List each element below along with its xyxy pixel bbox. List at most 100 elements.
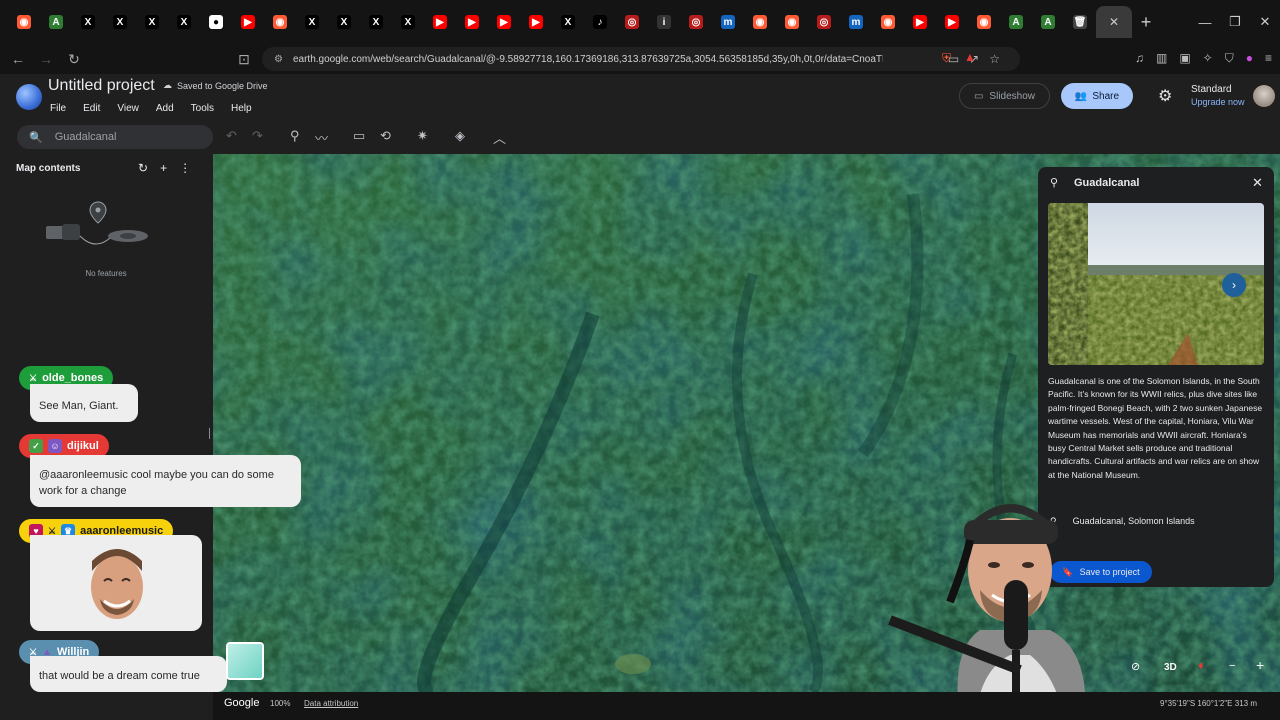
site-info-icon[interactable]: ⚙ [274,54,283,65]
menu-item-edit[interactable]: Edit [83,103,100,114]
menu-item-view[interactable]: View [117,103,139,114]
no-features-text: No features [85,269,127,278]
place-description: Guadalcanal is one of the Solomon Island… [1048,376,1263,480]
draw-path-icon[interactable]: 〰 [315,128,328,147]
measure-icon[interactable]: ▭ [353,128,365,144]
browser-tab[interactable]: ◉ [776,6,808,38]
browser-tab[interactable]: ◉ [872,6,904,38]
browser-tab[interactable]: ▶ [936,6,968,38]
share-button[interactable]: 👥 Share [1061,83,1133,109]
browser-tab[interactable]: ▶ [424,6,456,38]
back-icon[interactable]: ← [8,51,28,67]
url-text[interactable]: earth.google.com/web/search/Guadalcanal/… [293,54,883,65]
close-window-icon[interactable]: ✕ [1250,0,1280,44]
upgrade-link[interactable]: Upgrade now [1191,96,1245,108]
browser-tab[interactable]: m [712,6,744,38]
extensions-icon[interactable]: ✧ [1203,51,1213,66]
menu-item-tools[interactable]: Tools [191,103,214,114]
browser-tab[interactable]: 🗑 [1064,6,1096,38]
browser-tab[interactable]: i [648,6,680,38]
data-attribution-link[interactable]: Data attribution [304,699,358,708]
browser-tab[interactable]: X [296,6,328,38]
add-placemark-icon[interactable]: ⚲ [290,128,300,144]
browser-tab[interactable]: X [72,6,104,38]
vpn-icon[interactable]: ⛉ [1225,51,1234,66]
plan-info[interactable]: Standard Upgrade now [1191,84,1245,108]
browser-tab[interactable]: X [360,6,392,38]
sidebar-icon[interactable]: ▥ [1156,51,1167,66]
browser-tab[interactable]: m [840,6,872,38]
browser-tab[interactable]: X [328,6,360,38]
menu-item-add[interactable]: Add [156,103,174,114]
google-earth-logo[interactable] [16,84,42,110]
map-style-icon[interactable]: ◈ [455,128,465,144]
brave-icon: ◉ [977,15,991,29]
search-input[interactable]: Guadalcanal [55,131,117,143]
search-box[interactable]: 🔍 Guadalcanal [17,125,213,149]
minimize-icon[interactable]: — [1190,0,1220,44]
add-icon[interactable]: + [160,161,167,175]
browser-tab[interactable]: A [40,6,72,38]
browser-tab[interactable]: X [168,6,200,38]
wallet-icon[interactable]: ▣ [1179,51,1190,66]
menu-item-file[interactable]: File [50,103,66,114]
zoom-out-icon[interactable]: − [1229,660,1235,672]
youtube-icon: ▶ [913,15,927,29]
refresh-icon[interactable]: ↻ [138,161,148,175]
browser-tab[interactable]: A [1000,6,1032,38]
browser-tab[interactable]: ◉ [744,6,776,38]
active-tab-close-icon[interactable]: ✕ [1096,6,1132,38]
chevron-right-icon: › [1232,278,1236,292]
settings-gear-icon[interactable]: ⚙ [1158,86,1172,106]
purple-badge-icon: ☺ [48,439,62,453]
browser-tab[interactable]: ◉ [8,6,40,38]
restore-icon[interactable]: ❐ [1220,0,1250,44]
redo-icon[interactable]: ↷ [252,128,263,144]
url-field[interactable]: ⚙ earth.google.com/web/search/Guadalcana… [262,47,1020,71]
star-icon[interactable]: ☆ [989,52,1000,66]
historical-imagery-icon[interactable]: ⟲ [380,128,391,144]
compass-off-icon[interactable]: ⊘ [1131,660,1140,673]
zoom-in-icon[interactable]: + [1256,657,1264,673]
menu-icon[interactable]: ≡ [1265,51,1272,66]
account-avatar[interactable] [1253,85,1275,107]
browser-tab[interactable]: ♪ [584,6,616,38]
undo-icon[interactable]: ↶ [226,128,237,144]
more-vert-icon[interactable]: ⋮ [179,161,191,175]
toggle-3d-button[interactable]: 3D [1164,662,1177,673]
compass-icon[interactable]: ♦ [1198,660,1204,672]
collapse-toolbar-icon[interactable]: ︿ [493,128,506,147]
brave-shield-icon[interactable]: ⛨ [942,51,951,66]
profile-icon[interactable]: ● [1246,51,1253,66]
music-icon[interactable]: ♫ [1135,51,1144,66]
browser-tab[interactable]: ◎ [808,6,840,38]
close-icon[interactable]: ✕ [1252,175,1263,191]
browser-tab[interactable]: ▶ [488,6,520,38]
brave-rewards-icon[interactable]: ▲ [964,50,976,64]
browser-tab[interactable]: ▶ [456,6,488,38]
bookmark-icon[interactable]: ⊡ [234,51,254,68]
browser-tab[interactable]: ▶ [520,6,552,38]
reload-icon[interactable]: ↻ [64,51,84,68]
browser-tab[interactable]: A [1032,6,1064,38]
browser-tab[interactable]: X [136,6,168,38]
forward-icon[interactable]: → [36,51,56,67]
project-title[interactable]: Untitled project [48,77,155,95]
browser-tab[interactable]: ▶ [904,6,936,38]
browser-tab[interactable]: ◉ [968,6,1000,38]
new-tab-icon[interactable]: + [1132,8,1160,36]
slideshow-button[interactable]: ▭ Slideshow [959,83,1050,109]
browser-tab[interactable]: ● [200,6,232,38]
voyager-icon[interactable]: ✷ [417,128,428,144]
youtube-icon: ▶ [241,15,255,29]
browser-tab[interactable]: X [552,6,584,38]
menu-item-help[interactable]: Help [231,103,252,114]
map-status-bar: Google 100% Data attribution 9°35'19"S 1… [213,692,1280,720]
browser-tab[interactable]: ▶ [232,6,264,38]
next-photo-button[interactable]: › [1222,273,1246,297]
browser-tab[interactable]: ◎ [616,6,648,38]
browser-tab[interactable]: X [104,6,136,38]
browser-tab[interactable]: ◉ [264,6,296,38]
browser-tab[interactable]: ◎ [680,6,712,38]
browser-tab[interactable]: X [392,6,424,38]
